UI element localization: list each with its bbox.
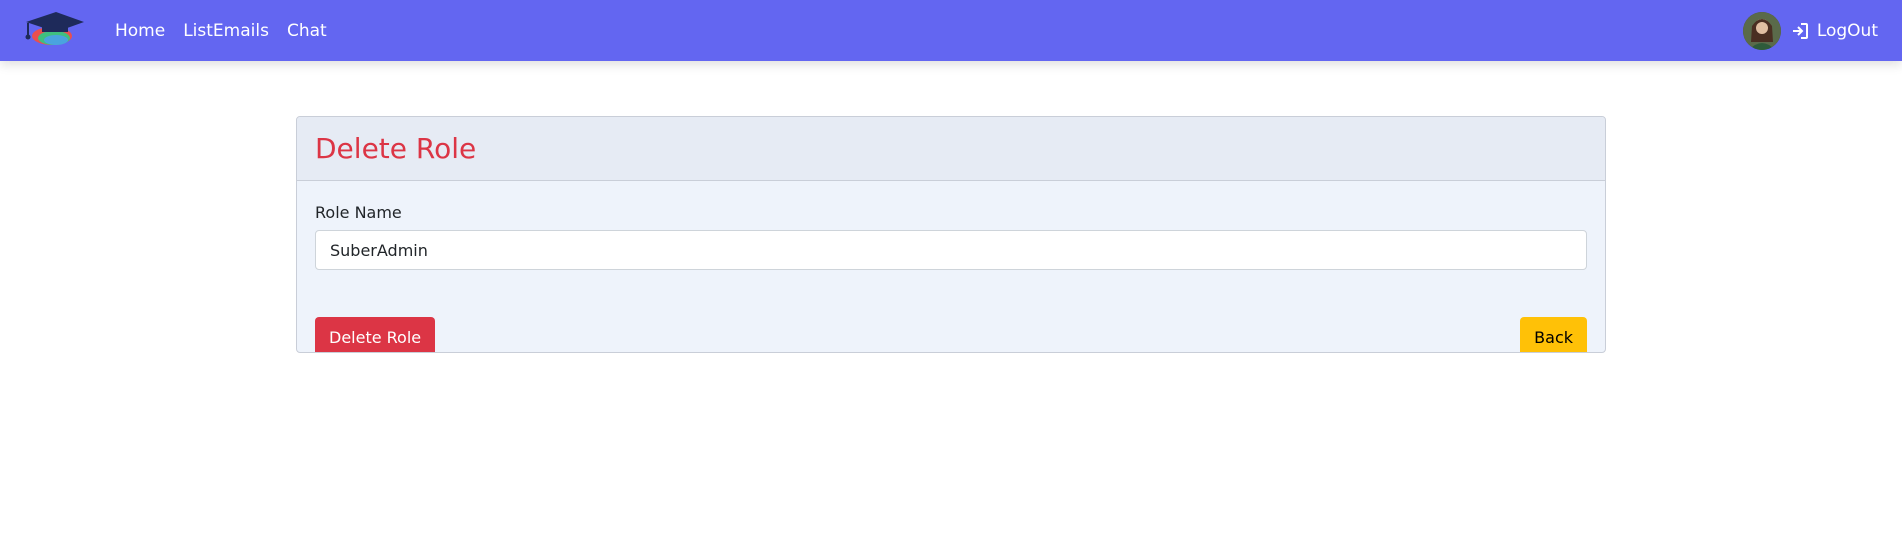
nav-link-chat[interactable]: Chat	[287, 21, 327, 41]
role-name-input[interactable]	[315, 230, 1587, 270]
nav-right: LogOut	[1742, 0, 1878, 61]
logout-link[interactable]: LogOut	[1791, 21, 1878, 41]
user-avatar[interactable]	[1742, 11, 1781, 50]
sign-in-icon	[1792, 22, 1808, 39]
card-body: Role Name Delete Role Back	[297, 181, 1605, 352]
page-title: Delete Role	[315, 132, 477, 165]
graduation-cap-icon	[25, 12, 84, 45]
avatar-image	[1742, 11, 1781, 50]
back-button[interactable]: Back	[1520, 317, 1587, 352]
nav-links: Home ListEmails Chat	[115, 0, 327, 61]
card-header: Delete Role	[297, 117, 1605, 181]
role-name-label: Role Name	[315, 203, 402, 222]
nav-link-home[interactable]: Home	[115, 21, 165, 41]
delete-role-card: Delete Role Role Name Delete Role Back	[296, 116, 1606, 353]
brand-logo[interactable]	[22, 8, 86, 52]
nav-link-listemails[interactable]: ListEmails	[183, 21, 269, 41]
logout-label: LogOut	[1816, 20, 1878, 41]
top-navbar: Home ListEmails Chat LogOut	[0, 0, 1902, 61]
delete-role-button[interactable]: Delete Role	[315, 317, 436, 352]
